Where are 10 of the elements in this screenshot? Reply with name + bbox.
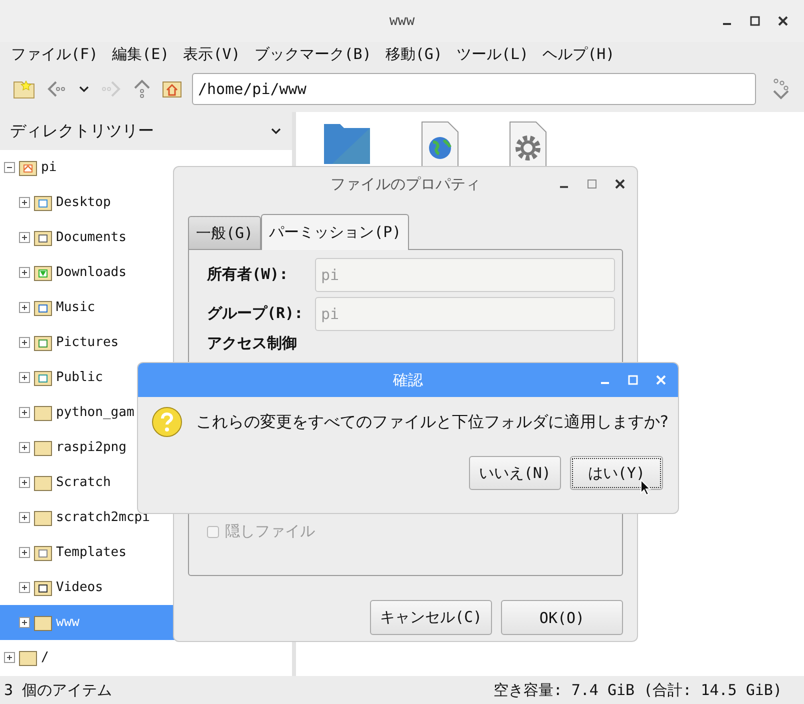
field-label: 所有者(W):: [207, 265, 290, 284]
window-title: www: [389, 13, 415, 29]
free-space: 空き容量: 7.4 GiB (合計: 14.5 GiB): [493, 680, 782, 700]
item-count: 3 個のアイテム: [4, 680, 112, 700]
field-label: グループ(R):: [207, 304, 304, 323]
confirm-message: これらの変更をすべてのファイルと下位フォルダに適用しますか?: [196, 412, 668, 432]
dialog-title: 確認: [393, 370, 423, 390]
sidebar-header: ディレクトリツリー: [10, 120, 154, 142]
section-heading: アクセス制御: [207, 334, 297, 352]
dialog-title: ファイルのプロパティ: [330, 174, 480, 194]
